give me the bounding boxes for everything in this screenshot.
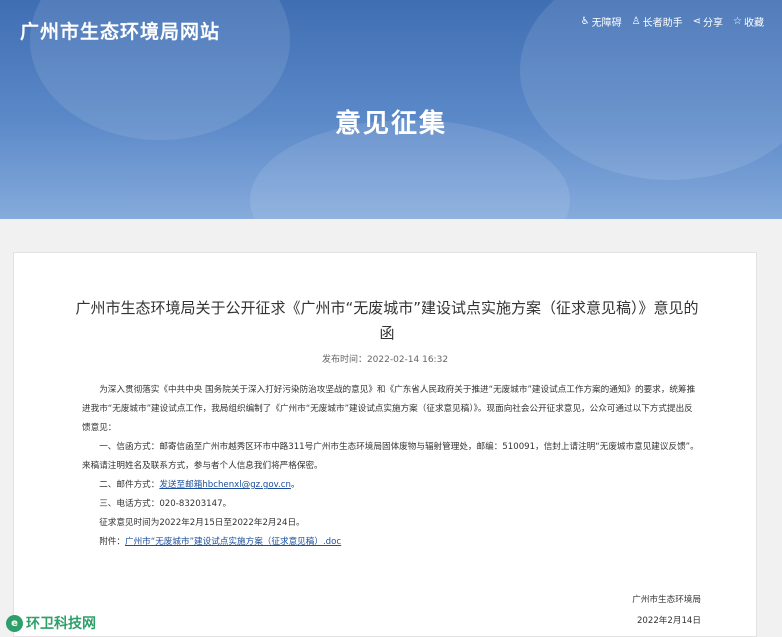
tool-label: 收藏	[744, 18, 764, 29]
attachment-label: 附件：	[99, 537, 125, 547]
paragraph: 二、邮件方式：发送至邮箱hbchenxl@gz.gov.cn。	[82, 476, 700, 495]
elder-icon: ♙	[631, 16, 641, 27]
accessibility-icon: ♿	[580, 16, 590, 27]
article-card: 广州市生态环境局关于公开征求《广州市“无废城市”建设试点实施方案（征求意见稿）》…	[13, 252, 757, 637]
signature-date: 2022年2月14日	[636, 616, 701, 626]
signature: 广州市生态环境局	[632, 595, 701, 605]
share-icon: ⋖	[692, 16, 702, 27]
paragraph: 为深入贯彻落实《中共中央 国务院关于深入打好污染防治攻坚战的意见》和《广东省人民…	[82, 385, 696, 433]
watermark: e 环卫科技网	[6, 613, 96, 633]
paragraph-suffix: 。	[290, 480, 300, 490]
paragraph: 三、电话方式：020-83203147。	[99, 499, 232, 509]
site-title[interactable]: 广州市生态环境局网站	[20, 17, 220, 44]
attachment-link[interactable]: 广州市“无废城市”建设试点实施方案（征求意见稿）.doc	[125, 537, 341, 547]
watermark-text: 环卫科技网	[26, 616, 96, 632]
paragraph: 一、信函方式：邮寄信函至广州市越秀区环市中路311号广州市生态环境局固体废物与辐…	[82, 442, 699, 471]
header-tools: ♿ 无障碍 ♙ 长者助手 ⋖ 分享 ☆ 收藏	[581, 14, 764, 29]
tool-label: 长者助手	[642, 18, 683, 29]
page-heading: 意见征集	[334, 109, 447, 139]
header-banner: 广州市生态环境局网站 ♿ 无障碍 ♙ 长者助手 ⋖ 分享 ☆ 收藏 意见征集	[0, 0, 782, 219]
elder-assistant-button[interactable]: ♙ 长者助手	[632, 14, 683, 29]
attachment-line: 附件：广州市“无废城市”建设试点实施方案（征求意见稿）.doc	[82, 533, 700, 552]
publish-time: 发布时间：2022-02-14 16:32	[321, 355, 449, 365]
tool-label: 分享	[703, 18, 724, 29]
accessibility-button[interactable]: ♿ 无障碍	[581, 14, 622, 29]
email-link[interactable]: 发送至邮箱hbchenxl@gz.gov.cn	[159, 480, 291, 490]
article-title: 广州市生态环境局关于公开征求《广州市“无废城市”建设试点实施方案（征求意见稿）》…	[75, 299, 699, 342]
tool-label: 无障碍	[591, 18, 622, 29]
star-icon: ☆	[733, 16, 742, 27]
paragraph: 征求意见时间为2022年2月15日至2022年2月24日。	[99, 518, 305, 528]
paragraph-prefix: 二、邮件方式：	[99, 480, 160, 490]
favorite-button[interactable]: ☆ 收藏	[733, 14, 764, 29]
share-button[interactable]: ⋖ 分享	[693, 14, 723, 29]
article-body: 为深入贯彻落实《中共中央 国务院关于深入打好污染防治攻坚战的意见》和《广东省人民…	[82, 381, 700, 552]
watermark-logo-icon: e	[6, 614, 23, 632]
